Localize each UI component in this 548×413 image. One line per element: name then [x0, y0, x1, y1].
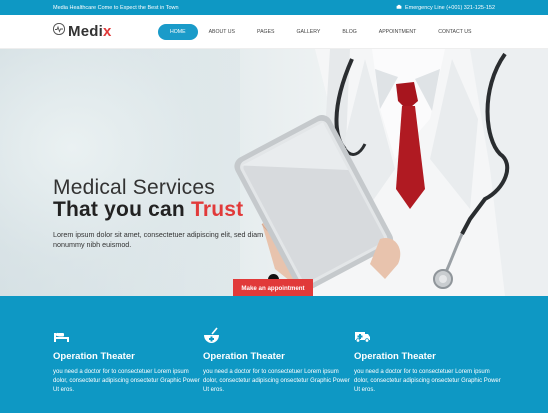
services-section: Operation Theater you need a doctor for … [0, 296, 548, 413]
nav-item-about-us[interactable]: ABOUT US [198, 24, 246, 40]
service-title: Operation Theater [354, 351, 436, 362]
service-card: Operation Theater you need a doctor for … [354, 327, 504, 393]
service-text: you need a doctor for to consectetuer Lo… [53, 369, 200, 393]
nav-item-contact-us[interactable]: CONTACT US [427, 24, 482, 40]
nav-item-gallery[interactable]: GALLERY [286, 24, 332, 40]
service-card: Operation Theater you need a doctor for … [53, 327, 203, 393]
hero-description: Lorem ipsum dolor sit amet, consectetuer… [53, 230, 264, 249]
doctor-image [234, 49, 548, 296]
service-title: Operation Theater [203, 351, 285, 362]
hero-banner: Medical Services That you can Trust Lore… [0, 49, 548, 296]
hero-title-line2: That you can Trust [53, 198, 244, 221]
nav-item-home[interactable]: HOME [158, 24, 198, 40]
top-bar: Media Healthcare Come to Expect the Best… [0, 0, 548, 15]
nav-item-blog[interactable]: BLOG [331, 24, 367, 40]
nav-item-appointment[interactable]: APPOINTMENT [368, 24, 427, 40]
tagline: Media Healthcare Come to Expect the Best… [53, 4, 179, 11]
service-title: Operation Theater [53, 351, 135, 362]
phone-icon [396, 4, 402, 12]
emergency-text: Emergency Line (+001) 321-125-152 [404, 4, 495, 11]
make-appointment-button[interactable]: Make an appointment [233, 279, 313, 297]
logo[interactable]: Medix [52, 22, 112, 40]
emergency-line[interactable]: Emergency Line (+001) 321-125-152 [396, 4, 495, 12]
service-text: you need a doctor for to consectetuer Lo… [354, 369, 501, 393]
hero-title-line1: Medical Services [53, 176, 215, 199]
logo-icon [52, 22, 66, 40]
service-card: Operation Theater you need a doctor for … [203, 327, 353, 393]
hospital-bed-icon [53, 331, 70, 348]
medicine-bowl-icon [203, 327, 220, 348]
main-navbar: Medix HOME ABOUT US PAGES GALLERY BLOG A… [0, 15, 548, 49]
nav-menu: HOME ABOUT US PAGES GALLERY BLOG APPOINT… [158, 24, 482, 40]
logo-text: Medix [68, 22, 112, 40]
service-text: you need a doctor for to consectetuer Lo… [203, 369, 350, 393]
ambulance-icon [354, 331, 371, 348]
nav-item-pages[interactable]: PAGES [246, 24, 286, 40]
